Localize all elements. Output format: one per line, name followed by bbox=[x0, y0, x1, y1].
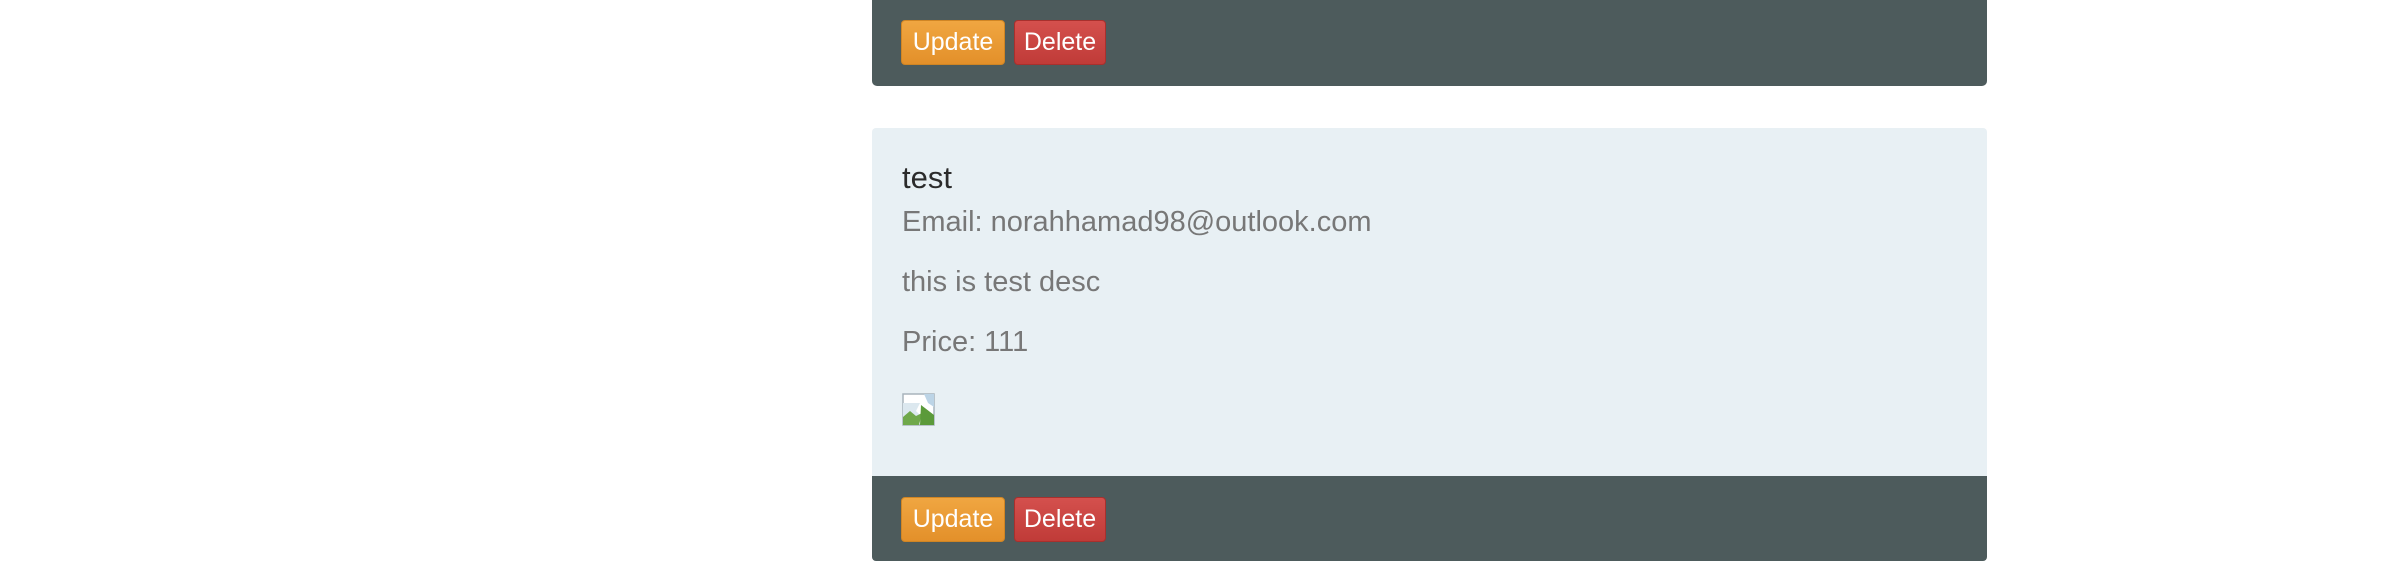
product-card: test Email: norahhamad98@outlook.com thi… bbox=[872, 128, 1987, 561]
page: Update Delete test Email: norahhamad98@o… bbox=[0, 0, 2400, 568]
product-title: test bbox=[902, 160, 952, 195]
product-card-body: test Email: norahhamad98@outlook.com thi… bbox=[872, 128, 1987, 476]
delete-button[interactable]: Delete bbox=[1014, 20, 1106, 65]
product-email: Email: norahhamad98@outlook.com bbox=[902, 206, 1372, 238]
product-price: Price: 111 bbox=[902, 326, 1029, 358]
update-button[interactable]: Update bbox=[901, 20, 1005, 65]
delete-button[interactable]: Delete bbox=[1014, 497, 1106, 542]
product-card-footer: Update Delete bbox=[872, 0, 1987, 86]
product-card-footer: Update Delete bbox=[872, 476, 1987, 561]
product-description: this is test desc bbox=[902, 266, 1101, 298]
broken-image-icon bbox=[902, 393, 935, 426]
update-button[interactable]: Update bbox=[901, 497, 1005, 542]
